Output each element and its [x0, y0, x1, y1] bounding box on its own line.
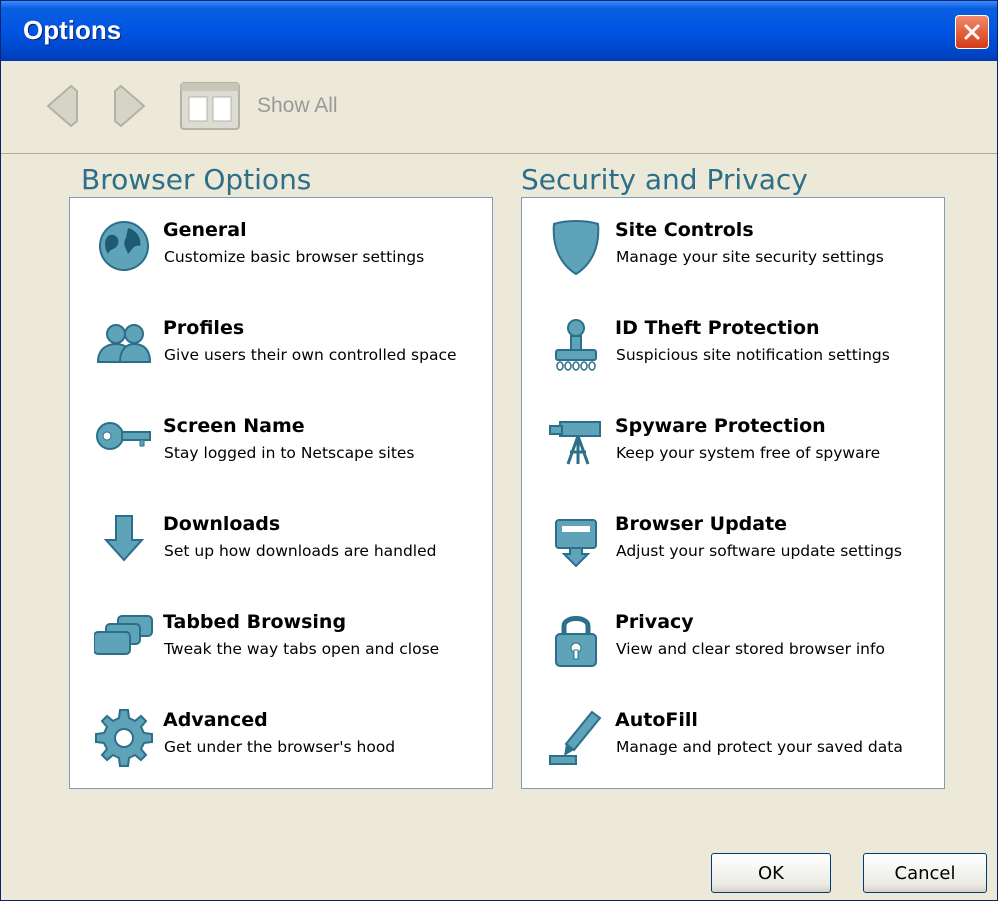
- option-id-theft-protection[interactable]: ID Theft Protection Suspicious site noti…: [522, 316, 942, 406]
- option-spyware-protection[interactable]: Spyware Protection Keep your system free…: [522, 414, 942, 504]
- option-autofill[interactable]: AutoFill Manage and protect your saved d…: [522, 708, 942, 798]
- shield-icon: [552, 220, 600, 276]
- option-description: Get under the browser's hood: [164, 738, 396, 756]
- users-icon: [96, 324, 152, 363]
- option-name: Screen Name: [163, 415, 305, 437]
- option-name: General: [163, 219, 247, 241]
- close-button[interactable]: [955, 15, 989, 49]
- show-all-grid-icon[interactable]: [179, 81, 241, 131]
- option-name: Site Controls: [615, 219, 754, 241]
- option-description: Set up how downloads are handled: [164, 542, 437, 560]
- gear-icon: [95, 709, 153, 767]
- forward-arrow-icon[interactable]: [109, 83, 149, 129]
- key-icon: [96, 422, 151, 450]
- update-icon: [555, 519, 597, 568]
- option-advanced[interactable]: Advanced Get under the browser's hood: [70, 708, 490, 798]
- close-icon: [964, 24, 980, 40]
- option-description: Give users their own controlled space: [164, 346, 457, 364]
- option-screen-name[interactable]: Screen Name Stay logged in to Netscape s…: [70, 414, 490, 504]
- browser-options-title: Browser Options: [81, 163, 312, 196]
- options-window: Options Show All Browser Options General…: [0, 0, 998, 901]
- option-site-controls[interactable]: Site Controls Manage your site security …: [522, 218, 942, 308]
- tabs-icon: [94, 615, 153, 655]
- back-arrow-icon[interactable]: [43, 83, 83, 129]
- option-name: AutoFill: [615, 709, 698, 731]
- option-description: Manage and protect your saved data: [616, 738, 903, 756]
- browser-options-panel: General Customize basic browser settings…: [69, 197, 493, 789]
- lock-icon: [555, 616, 597, 667]
- security-privacy-panel: Site Controls Manage your site security …: [521, 197, 945, 789]
- pen-icon: [549, 710, 602, 765]
- option-downloads[interactable]: Downloads Set up how downloads are handl…: [70, 512, 490, 602]
- option-name: Downloads: [163, 513, 281, 535]
- option-general[interactable]: General Customize basic browser settings: [70, 218, 490, 308]
- option-name: Advanced: [163, 709, 268, 731]
- globe-icon: [99, 221, 149, 271]
- option-name: Spyware Protection: [615, 415, 826, 437]
- option-description: Tweak the way tabs open and close: [164, 640, 440, 658]
- option-profiles[interactable]: Profiles Give users their own controlled…: [70, 316, 490, 406]
- telescope-icon: [549, 421, 601, 465]
- option-description: Customize basic browser settings: [164, 248, 425, 266]
- option-description: Keep your system free of spyware: [616, 444, 881, 462]
- option-name: ID Theft Protection: [615, 317, 820, 339]
- option-tabbed-browsing[interactable]: Tabbed Browsing Tweak the way tabs open …: [70, 610, 490, 700]
- option-description: View and clear stored browser info: [616, 640, 885, 658]
- option-name: Browser Update: [615, 513, 788, 535]
- show-all-label[interactable]: Show All: [257, 94, 338, 118]
- option-name: Privacy: [615, 611, 694, 633]
- option-name: Profiles: [163, 317, 245, 339]
- option-description: Stay logged in to Netscape sites: [164, 444, 415, 462]
- cancel-button[interactable]: Cancel: [863, 853, 987, 893]
- window-title: Options: [23, 15, 122, 45]
- security-privacy-title: Security and Privacy: [521, 163, 808, 196]
- toolbar: Show All: [1, 61, 997, 154]
- title-bar[interactable]: Options: [1, 1, 997, 61]
- option-privacy[interactable]: Privacy View and clear stored browser in…: [522, 610, 942, 700]
- option-description: Manage your site security settings: [616, 248, 884, 266]
- option-name: Tabbed Browsing: [163, 611, 347, 633]
- stamp-icon: [555, 319, 597, 371]
- ok-button[interactable]: OK: [711, 853, 831, 893]
- option-description: Adjust your software update settings: [616, 542, 903, 560]
- option-browser-update[interactable]: Browser Update Adjust your software upda…: [522, 512, 942, 602]
- download-arrow-icon: [103, 515, 145, 562]
- option-description: Suspicious site notification settings: [616, 346, 890, 364]
